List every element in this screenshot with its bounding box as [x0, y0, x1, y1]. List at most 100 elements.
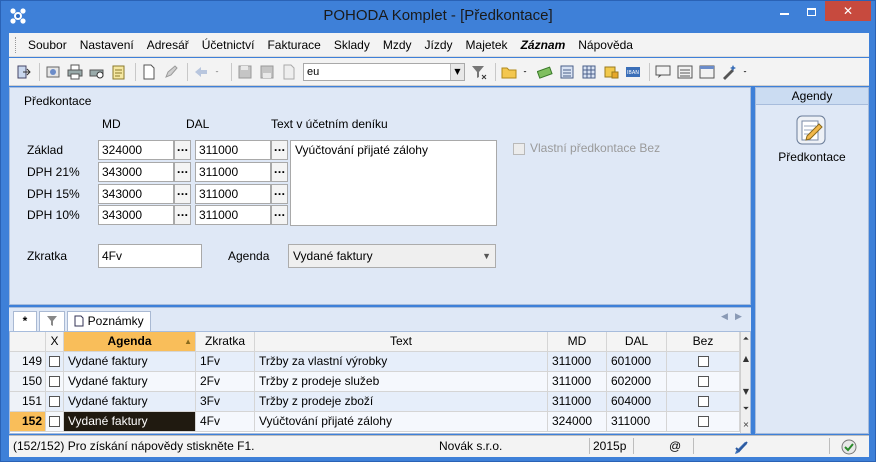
predkontace-icon[interactable]: [793, 112, 829, 148]
close-button[interactable]: ✕: [825, 1, 871, 21]
print-preview-icon[interactable]: [89, 64, 105, 80]
table-row[interactable]: 149 Vydané faktury 1Fv Tržby za vlastní …: [10, 352, 740, 372]
dph15-md-browse-button[interactable]: ...: [174, 184, 191, 204]
print-icon[interactable]: [67, 64, 83, 80]
row-x-cell[interactable]: [46, 352, 64, 372]
row-bez-checkbox[interactable]: [697, 356, 709, 368]
report-icon[interactable]: [111, 64, 127, 80]
header-md[interactable]: MD: [548, 332, 607, 352]
table-row[interactable]: 150 Vydané faktury 2Fv Tržby z prodeje s…: [10, 372, 740, 392]
header-text[interactable]: Text: [255, 332, 548, 352]
exit-icon[interactable]: [15, 64, 31, 80]
row-agenda[interactable]: Vydané faktury: [64, 412, 196, 432]
menu-sklady[interactable]: Sklady: [334, 38, 370, 52]
header-zkratka[interactable]: Zkratka: [196, 332, 255, 352]
menu-mzdy[interactable]: Mzdy: [383, 38, 412, 52]
header-dal[interactable]: DAL: [607, 332, 667, 352]
tab-filter[interactable]: [39, 311, 65, 331]
row-checkbox[interactable]: [49, 356, 60, 368]
vlastni-predkontace-checkbox[interactable]: [513, 143, 525, 155]
row-bez-cell[interactable]: [667, 372, 740, 392]
window-icon[interactable]: [699, 64, 715, 80]
iban-icon[interactable]: IBAN: [625, 64, 641, 80]
scroll-top-icon[interactable]: ⏶: [741, 334, 750, 344]
zaklad-dal-input[interactable]: 311000: [195, 140, 271, 160]
list-icon[interactable]: [677, 64, 693, 80]
dph10-md-input[interactable]: 343000: [98, 205, 174, 225]
tab-prev-icon[interactable]: ◀: [721, 312, 728, 322]
tab-new-record[interactable]: *: [13, 311, 37, 331]
dph21-md-input[interactable]: 343000: [98, 162, 174, 182]
dph21-dal-input[interactable]: 311000: [195, 162, 271, 182]
scroll-up-icon[interactable]: ▲: [741, 354, 750, 364]
header-x[interactable]: X: [46, 332, 64, 352]
menu-nastaveni[interactable]: Nastavení: [80, 38, 134, 52]
zaklad-dal-browse-button[interactable]: ...: [271, 140, 288, 160]
edit-icon[interactable]: [163, 64, 179, 80]
menu-ucetnictvi[interactable]: Účetnictví: [202, 38, 255, 52]
row-x-cell[interactable]: [46, 372, 64, 392]
table-row[interactable]: 151 Vydané faktury 3Fv Tržby z prodeje z…: [10, 392, 740, 412]
maximize-button[interactable]: [798, 1, 825, 21]
row-bez-checkbox[interactable]: [697, 396, 709, 408]
row-x-cell[interactable]: [46, 392, 64, 412]
row-bez-checkbox[interactable]: [697, 416, 709, 428]
calculator-icon[interactable]: [559, 64, 575, 80]
coins-icon[interactable]: [603, 64, 619, 80]
minimize-button[interactable]: [771, 1, 798, 21]
menu-majetek[interactable]: Majetek: [466, 38, 508, 52]
dph15-md-input[interactable]: 343000: [98, 184, 174, 204]
chevron-down-icon[interactable]: [523, 64, 531, 80]
delete-icon[interactable]: [281, 64, 297, 80]
money-icon[interactable]: [537, 64, 553, 80]
text-denik-textarea[interactable]: Vyúčtování přijaté zálohy: [290, 140, 497, 226]
tab-next-icon[interactable]: ▶: [735, 312, 742, 322]
filter-icon[interactable]: [471, 64, 487, 80]
chevron-down-icon[interactable]: [743, 64, 751, 80]
message-icon[interactable]: [655, 64, 671, 80]
chevron-down-icon[interactable]: [215, 64, 223, 80]
folder-icon[interactable]: [501, 64, 517, 80]
chevron-down-icon[interactable]: ▼: [450, 63, 464, 80]
search-combo[interactable]: eu ▼: [303, 62, 465, 81]
dph10-dal-browse-button[interactable]: ...: [271, 205, 288, 225]
table-row-selected[interactable]: 152 Vydané faktury 4Fv Vyúčtování přijat…: [10, 412, 740, 432]
header-agenda[interactable]: Agenda ▲: [64, 332, 196, 352]
row-bez-checkbox[interactable]: [697, 376, 709, 388]
table-icon[interactable]: [581, 64, 597, 80]
menu-soubor[interactable]: Soubor: [28, 38, 67, 52]
dph21-dal-browse-button[interactable]: ...: [271, 162, 288, 182]
zaklad-md-input[interactable]: 324000: [98, 140, 174, 160]
dph21-md-browse-button[interactable]: ...: [174, 162, 191, 182]
menu-zaznam[interactable]: Záznam: [521, 38, 566, 52]
scroll-down-icon[interactable]: ▼: [741, 387, 750, 397]
new-record-icon[interactable]: [141, 64, 157, 80]
agenda-select[interactable]: Vydané faktury ▼: [288, 244, 496, 268]
back-arrow-icon[interactable]: [193, 64, 209, 80]
row-bez-cell[interactable]: [667, 352, 740, 372]
cancel-save-icon[interactable]: [259, 64, 275, 80]
dph15-dal-input[interactable]: 311000: [195, 184, 271, 204]
scroll-close-icon[interactable]: ×: [741, 420, 750, 430]
row-bez-cell[interactable]: [667, 392, 740, 412]
zkratka-input[interactable]: 4Fv: [98, 244, 202, 268]
save-icon[interactable]: [237, 64, 253, 80]
row-bez-cell[interactable]: [667, 412, 740, 432]
zaklad-md-browse-button[interactable]: ...: [174, 140, 191, 160]
dph10-dal-input[interactable]: 311000: [195, 205, 271, 225]
dph15-dal-browse-button[interactable]: ...: [271, 184, 288, 204]
scroll-bottom-icon[interactable]: ⏷: [741, 404, 750, 414]
menu-jizdy[interactable]: Jízdy: [425, 38, 453, 52]
tools-icon[interactable]: [45, 64, 61, 80]
row-checkbox[interactable]: [49, 376, 60, 388]
dph10-md-browse-button[interactable]: ...: [174, 205, 191, 225]
row-checkbox[interactable]: [49, 416, 60, 428]
row-checkbox[interactable]: [49, 396, 60, 408]
header-bez[interactable]: Bez: [667, 332, 740, 352]
tab-poznamky[interactable]: Poznámky: [67, 311, 151, 331]
menu-adresar[interactable]: Adresář: [147, 38, 189, 52]
predkontace-side-label[interactable]: Předkontace: [756, 150, 868, 164]
row-x-cell[interactable]: [46, 412, 64, 432]
menu-napoveda[interactable]: Nápověda: [578, 38, 633, 52]
menu-fakturace[interactable]: Fakturace: [267, 38, 320, 52]
